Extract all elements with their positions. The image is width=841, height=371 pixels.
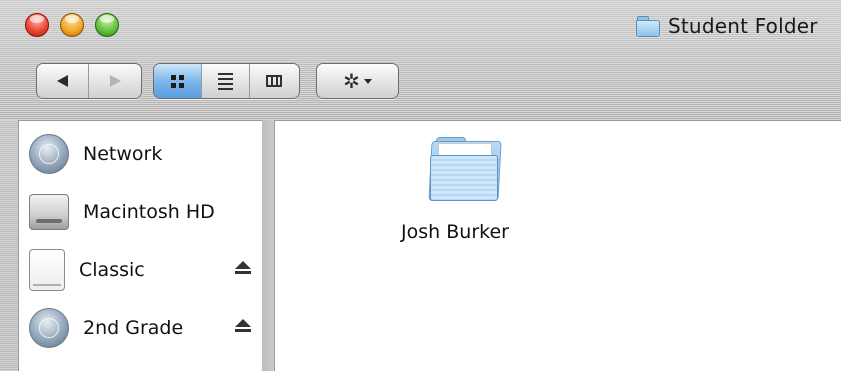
network-volume-icon [29, 308, 69, 348]
list-icon [218, 72, 233, 90]
splitter[interactable] [262, 120, 274, 371]
columns-icon [266, 75, 282, 87]
sidebar-item-classic[interactable]: Classic [29, 247, 259, 293]
globe-icon [29, 134, 69, 174]
forward-arrow-icon [109, 75, 121, 87]
back-forward-control [36, 63, 142, 99]
sidebar-item-label: Macintosh HD [83, 201, 215, 223]
caret-down-icon [363, 78, 372, 84]
folder-icon [636, 16, 660, 37]
sidebar-item-network[interactable]: Network [29, 131, 259, 177]
sidebar-list: Network Macintosh HD Classic 2nd Grade [18, 120, 262, 371]
close-button[interactable] [25, 13, 49, 37]
file-browser: Josh Burker [274, 120, 841, 371]
minimize-button[interactable] [60, 13, 84, 37]
file-label: Josh Burker [401, 221, 509, 243]
window-title-text: Student Folder [668, 14, 818, 38]
disk-icon [29, 249, 65, 291]
icon-view-button[interactable] [154, 64, 202, 98]
hard-drive-icon [29, 194, 69, 230]
sidebar-item-macintosh-hd[interactable]: Macintosh HD [29, 189, 259, 235]
sidebar-item-2nd-grade[interactable]: 2nd Grade [29, 305, 259, 351]
sidebar-item-label: Network [83, 143, 163, 165]
sidebar: Network Macintosh HD Classic 2nd Grade [0, 120, 262, 371]
gear-icon: ✲ [343, 69, 360, 93]
action-menu-button[interactable]: ✲ [316, 63, 399, 99]
sidebar-item-label: Classic [79, 259, 145, 281]
back-arrow-icon [57, 75, 68, 87]
window-title: Student Folder [636, 12, 818, 40]
window-toolbar: Student Folder ✲ [0, 0, 841, 120]
folder-icon [426, 137, 502, 203]
grid-icon [171, 74, 184, 88]
zoom-button[interactable] [95, 13, 119, 37]
view-mode-control [153, 63, 300, 99]
eject-icon[interactable] [235, 261, 251, 274]
column-view-button[interactable] [250, 64, 298, 98]
eject-icon[interactable] [235, 319, 251, 332]
file-item-josh-burker[interactable]: Josh Burker [380, 137, 530, 243]
back-button[interactable] [37, 64, 89, 98]
sidebar-item-label: 2nd Grade [83, 317, 184, 339]
list-view-button[interactable] [202, 64, 250, 98]
forward-button[interactable] [89, 64, 141, 98]
